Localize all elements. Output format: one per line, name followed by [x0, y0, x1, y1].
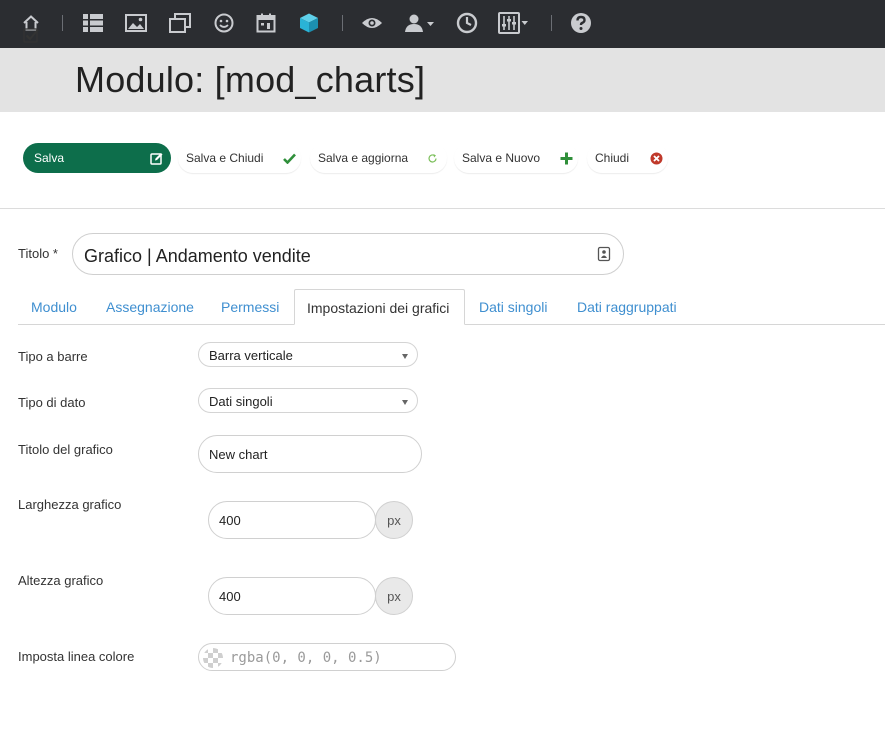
chart-width-unit-label: px — [387, 513, 401, 528]
bar-type-select[interactable]: Barra verticale — [198, 342, 418, 367]
plus-icon — [558, 150, 574, 166]
chart-height-label: Altezza grafico — [18, 573, 104, 588]
save-close-button-label: Salva e Chiudi — [186, 151, 264, 165]
chart-height-value: 400 — [219, 589, 241, 604]
settings-dropdown-icon[interactable] — [498, 10, 530, 36]
edit-icon — [148, 150, 164, 166]
chart-height-input[interactable]: 400 — [208, 577, 376, 615]
chart-title-label: Titolo del grafico — [18, 442, 113, 457]
tab-chart-settings[interactable]: Impostazioni dei grafici — [294, 289, 465, 325]
calendar-icon[interactable] — [253, 10, 279, 36]
data-type-value: Dati singoli — [209, 394, 273, 409]
navbar-separator — [62, 15, 63, 31]
user-dropdown-icon[interactable] — [403, 10, 437, 36]
checkbox-icon — [22, 26, 40, 44]
bar-type-label: Tipo a barre — [18, 349, 88, 364]
eye-icon[interactable] — [359, 10, 385, 36]
save-new-button[interactable]: Salva e Nuovo — [454, 143, 578, 173]
clock-icon[interactable] — [454, 10, 480, 36]
cube-icon[interactable] — [296, 10, 322, 36]
save-refresh-button-label: Salva e aggiorna — [318, 151, 409, 165]
tab-permessi[interactable]: Permessi — [221, 298, 279, 316]
data-type-select[interactable]: Dati singoli — [198, 388, 418, 413]
title-field-label: Titolo * — [18, 246, 58, 261]
line-color-label: Imposta linea colore — [18, 649, 135, 664]
chart-height-unit: px — [375, 577, 413, 615]
title-input-value: Grafico | Andamento vendite — [84, 246, 311, 266]
close-icon — [648, 150, 664, 166]
tab-dati-singoli[interactable]: Dati singoli — [479, 298, 547, 316]
list-icon[interactable] — [80, 10, 106, 36]
tab-assegnazione[interactable]: Assegnazione — [106, 298, 194, 316]
language-badge-icon[interactable] — [597, 246, 611, 262]
navbar-separator — [342, 15, 343, 31]
copy-icon[interactable] — [167, 10, 193, 36]
line-color-input[interactable]: rgba(0, 0, 0, 0.5) — [198, 643, 456, 671]
chevron-down-icon — [402, 354, 408, 359]
tab-dati-raggruppati[interactable]: Dati raggruppati — [577, 298, 677, 316]
chart-width-unit: px — [375, 501, 413, 539]
page-title: Modulo: [mod_charts] — [75, 59, 426, 100]
tab-modulo[interactable]: Modulo — [31, 298, 77, 316]
data-type-label: Tipo di dato — [18, 395, 86, 410]
save-button[interactable]: Salva — [23, 143, 171, 173]
close-button-label: Chiudi — [595, 151, 630, 165]
line-color-placeholder: rgba(0, 0, 0, 0.5) — [230, 650, 382, 666]
image-icon[interactable] — [123, 10, 149, 36]
save-close-button[interactable]: Salva e Chiudi — [178, 143, 301, 173]
top-navbar — [0, 0, 885, 48]
chart-title-input[interactable]: New chart — [198, 435, 422, 473]
refresh-icon — [424, 150, 440, 166]
save-button-label: Salva — [34, 151, 65, 165]
smiley-icon[interactable] — [211, 10, 237, 36]
chart-width-label: Larghezza grafico — [18, 497, 122, 512]
bar-type-value: Barra verticale — [209, 348, 293, 363]
chart-title-value: New chart — [209, 447, 268, 462]
check-icon — [281, 150, 297, 166]
chart-width-input[interactable]: 400 — [208, 501, 376, 539]
chart-width-value: 400 — [219, 513, 241, 528]
save-new-button-label: Salva e Nuovo — [462, 151, 541, 165]
navbar-separator — [551, 15, 552, 31]
help-icon[interactable] — [568, 10, 594, 36]
title-input[interactable]: Grafico | Andamento vendite — [72, 233, 624, 275]
transparency-swatch-icon[interactable] — [203, 648, 223, 668]
save-refresh-button[interactable]: Salva e aggiorna — [310, 143, 447, 173]
chevron-down-icon — [402, 400, 408, 405]
chart-height-unit-label: px — [387, 589, 401, 604]
close-button[interactable]: Chiudi — [587, 143, 668, 173]
toolbar-divider — [0, 208, 885, 209]
